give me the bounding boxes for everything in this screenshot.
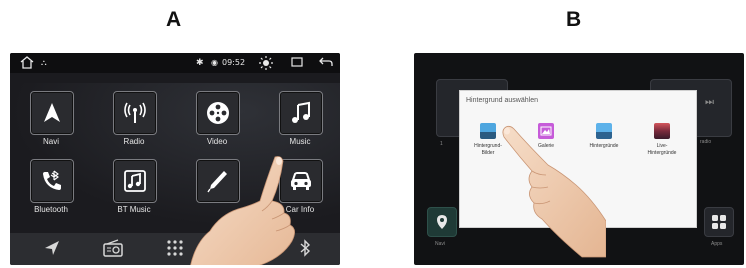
panel-label-a: A: [166, 8, 182, 31]
navigation-icon[interactable]: [43, 239, 61, 261]
app-label-navi: Navi: [42, 137, 59, 146]
app-label-video: Video: [206, 137, 228, 146]
bluetooth-status-icon: ✱: [196, 58, 204, 68]
option-label-live-wallpapers: Live- Hintergründe: [647, 143, 677, 156]
next-track-icon[interactable]: ⏭: [705, 97, 714, 108]
apps-shortcut-label: Apps: [711, 241, 723, 247]
app-label-bluetooth: Bluetooth: [34, 205, 68, 214]
apps-grid-icon: [712, 215, 726, 229]
brightness-icon[interactable]: [259, 56, 273, 70]
status-bar: ⛬ ✱ ◉ 09:52: [10, 53, 340, 73]
dialog-title: Hintergrund auswählen: [466, 97, 538, 104]
home-icon[interactable]: [20, 56, 34, 69]
navigation-arrow-icon: [44, 103, 60, 122]
radio-antenna-icon: [124, 102, 146, 123]
wallpaper-images-icon[interactable]: [480, 123, 496, 139]
apps-shortcut[interactable]: [704, 207, 734, 237]
bt-music-icon: [124, 170, 146, 192]
navi-shortcut-label: Navi: [435, 241, 446, 247]
app-tile-navi[interactable]: [30, 91, 74, 135]
location-pin-icon: [437, 215, 447, 229]
clock-time: 09:52: [222, 58, 246, 67]
background-radio-text: radio: [700, 139, 712, 145]
notification-icon: ⛬: [41, 58, 47, 67]
film-reel-icon: [207, 102, 229, 124]
app-tile-bt-music[interactable]: [113, 159, 157, 203]
bluetooth-phone-icon: [43, 170, 61, 190]
head-unit-home-screen: ⛬ ✱ ◉ 09:52 Navi Radio Video Music Bluet…: [10, 53, 340, 265]
recent-apps-icon[interactable]: [291, 56, 303, 68]
music-note-icon: [292, 101, 310, 123]
back-icon[interactable]: [319, 56, 333, 68]
app-label-music: Music: [289, 137, 311, 146]
app-tile-bluetooth[interactable]: [30, 159, 74, 203]
wallpaper-chooser-screen: 1 radio Navi Apps ⏭ Hintergrund auswähle…: [414, 53, 744, 265]
pointing-hand-illustration: [190, 156, 295, 265]
app-label-radio: Radio: [123, 137, 145, 146]
live-wallpapers-icon[interactable]: [654, 123, 670, 139]
pointing-hand-illustration: [502, 125, 606, 258]
app-tile-radio[interactable]: [113, 91, 157, 135]
app-label-bt-music: BT Music: [117, 205, 151, 214]
app-tile-video[interactable]: [196, 91, 240, 135]
radio-icon[interactable]: [103, 239, 123, 261]
navi-shortcut[interactable]: [427, 207, 457, 237]
location-icon: ◉: [211, 58, 218, 67]
app-tile-music[interactable]: [279, 91, 323, 135]
panel-label-b: B: [566, 8, 582, 31]
background-text-partial: 1: [440, 141, 443, 147]
